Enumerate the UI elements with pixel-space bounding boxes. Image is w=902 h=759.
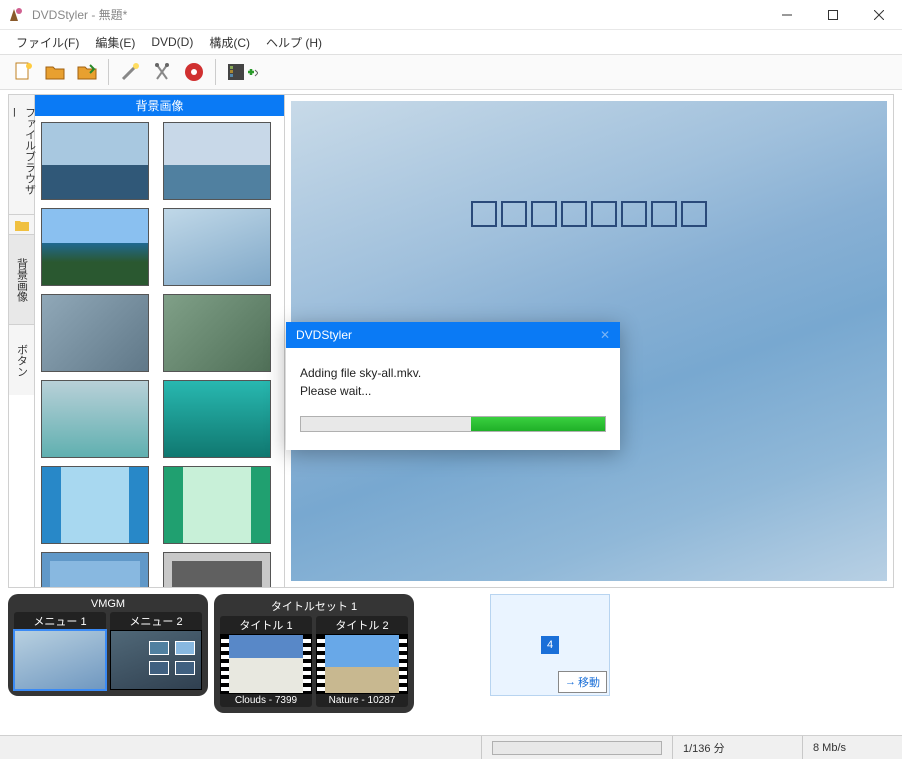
tab-filebrowser[interactable]: ファイルブラウザー bbox=[9, 95, 34, 215]
menu-config[interactable]: 構成(C) bbox=[203, 32, 256, 53]
menu-help[interactable]: ヘルプ (H) bbox=[260, 32, 328, 53]
dialog-body: Adding file sky-all.mkv. Please wait... bbox=[286, 348, 620, 450]
toolbar-separator bbox=[215, 59, 216, 85]
backgrounds-panel: 背景画像 bbox=[35, 95, 285, 587]
titlebar: DVDStyler - 無題* bbox=[0, 0, 902, 30]
menu-edit[interactable]: 編集(E) bbox=[89, 32, 141, 53]
tab-filebrowser-label: ファイルブラウザー bbox=[6, 107, 38, 202]
status-time: 1/136 分 bbox=[672, 736, 802, 759]
progress-empty bbox=[301, 417, 471, 431]
background-thumb[interactable] bbox=[41, 122, 149, 200]
tab-buttons[interactable]: ボタン bbox=[9, 325, 34, 395]
background-thumb[interactable] bbox=[163, 380, 271, 458]
background-thumb[interactable] bbox=[41, 380, 149, 458]
dialog-titlebar[interactable]: DVDStyler ✕ bbox=[286, 322, 620, 348]
close-button[interactable] bbox=[856, 0, 902, 30]
title-item[interactable]: タイトル 1 Clouds - 7399 bbox=[220, 616, 312, 707]
menu-item-label: メニュー 1 bbox=[14, 612, 106, 630]
backgrounds-grid[interactable] bbox=[35, 116, 284, 587]
background-thumb[interactable] bbox=[41, 208, 149, 286]
title-item[interactable]: タイトル 2 Nature - 10287 bbox=[316, 616, 408, 707]
vmgm-group: VMGM メニュー 1 メニュー 2 bbox=[8, 594, 208, 696]
drop-number: 4 bbox=[541, 636, 559, 654]
tab-backgrounds-label: 背景画像 bbox=[14, 258, 30, 302]
settings-button[interactable] bbox=[147, 57, 177, 87]
dialog-message-line1: Adding file sky-all.mkv. bbox=[300, 364, 606, 382]
app-icon bbox=[8, 7, 24, 23]
toolbar bbox=[0, 54, 902, 90]
menu-thumb[interactable] bbox=[14, 630, 106, 690]
folder-icon bbox=[9, 215, 34, 235]
background-thumb[interactable] bbox=[163, 122, 271, 200]
background-thumb[interactable] bbox=[163, 466, 271, 544]
maximize-button[interactable] bbox=[810, 0, 856, 30]
tab-backgrounds[interactable]: 背景画像 bbox=[9, 235, 34, 325]
background-thumb[interactable] bbox=[41, 466, 149, 544]
save-button[interactable] bbox=[72, 57, 102, 87]
menu-thumb[interactable] bbox=[110, 630, 202, 690]
menu-dvd[interactable]: DVD(D) bbox=[145, 33, 199, 51]
background-thumb[interactable] bbox=[163, 208, 271, 286]
side-tabs: ファイルブラウザー 背景画像 ボタン bbox=[9, 95, 35, 587]
timeline: VMGM メニュー 1 メニュー 2 タイトルセット 1 タイトル 1 Clou… bbox=[8, 594, 894, 712]
dialog-message-line2: Please wait... bbox=[300, 382, 606, 400]
move-label: 移動 bbox=[578, 674, 600, 690]
tab-buttons-label: ボタン bbox=[14, 344, 30, 377]
menu-item-label: メニュー 2 bbox=[110, 612, 202, 630]
wizard-button[interactable] bbox=[115, 57, 145, 87]
dialog-close-icon[interactable]: ✕ bbox=[600, 328, 610, 342]
background-thumb[interactable] bbox=[163, 552, 271, 587]
titleset-label: タイトルセット 1 bbox=[220, 596, 408, 616]
background-thumb[interactable] bbox=[41, 294, 149, 372]
preview-title-placeholder bbox=[471, 201, 707, 227]
window-title: DVDStyler - 無題* bbox=[32, 6, 764, 23]
title-item-label: タイトル 2 bbox=[316, 616, 408, 634]
background-thumb[interactable] bbox=[41, 552, 149, 587]
vmgm-label: VMGM bbox=[14, 596, 202, 612]
move-button[interactable]: → 移動 bbox=[558, 671, 607, 693]
title-caption: Nature - 10287 bbox=[316, 694, 408, 707]
arrow-right-icon: → bbox=[565, 676, 576, 688]
open-button[interactable] bbox=[40, 57, 70, 87]
menu-file[interactable]: ファイル(F) bbox=[10, 32, 85, 53]
status-bitrate: 8 Mb/s bbox=[802, 736, 902, 759]
menubar: ファイル(F) 編集(E) DVD(D) 構成(C) ヘルプ (H) bbox=[0, 30, 902, 54]
title-thumb[interactable] bbox=[220, 634, 312, 694]
burn-button[interactable] bbox=[179, 57, 209, 87]
background-thumb[interactable] bbox=[163, 294, 271, 372]
title-thumb[interactable] bbox=[316, 634, 408, 694]
statusbar: 1/136 分 8 Mb/s bbox=[0, 735, 902, 759]
title-caption: Clouds - 7399 bbox=[220, 694, 312, 707]
menu-item[interactable]: メニュー 2 bbox=[110, 612, 202, 690]
add-media-button[interactable] bbox=[222, 57, 262, 87]
new-button[interactable] bbox=[8, 57, 38, 87]
menu-item[interactable]: メニュー 1 bbox=[14, 612, 106, 690]
minimize-button[interactable] bbox=[764, 0, 810, 30]
progress-fill bbox=[471, 417, 605, 431]
progress-dialog: DVDStyler ✕ Adding file sky-all.mkv. Ple… bbox=[286, 322, 620, 450]
drop-zone[interactable]: 4 → 移動 bbox=[490, 594, 610, 696]
title-item-label: タイトル 1 bbox=[220, 616, 312, 634]
backgrounds-header: 背景画像 bbox=[35, 95, 284, 116]
progress-bar bbox=[300, 416, 606, 432]
titleset-group: タイトルセット 1 タイトル 1 Clouds - 7399 タイトル 2 Na… bbox=[214, 594, 414, 713]
toolbar-separator bbox=[108, 59, 109, 85]
capacity-bar bbox=[481, 736, 672, 759]
dialog-title-text: DVDStyler bbox=[296, 328, 600, 342]
